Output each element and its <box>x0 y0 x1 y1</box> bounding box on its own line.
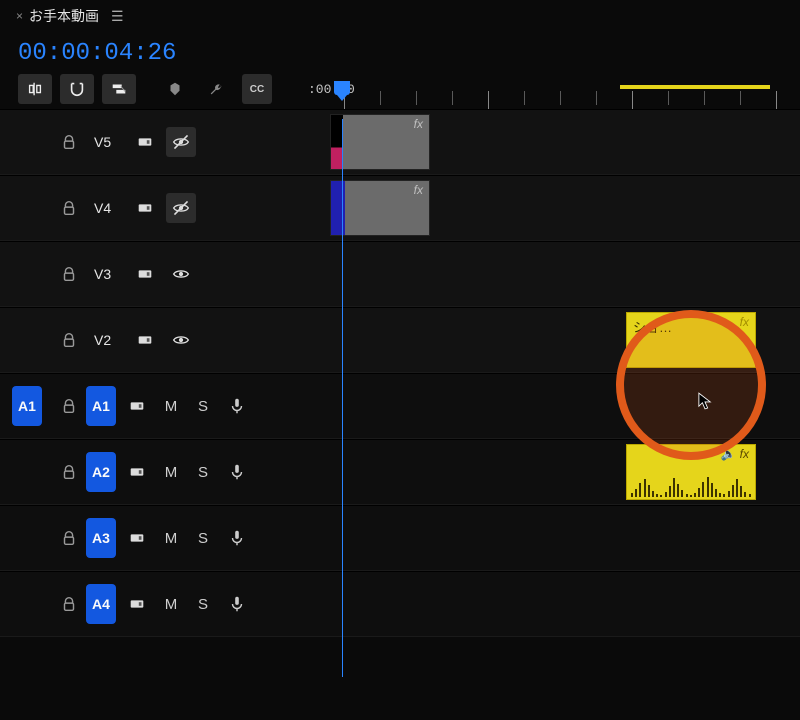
work-area-bar[interactable] <box>620 85 770 89</box>
toggle-track-output-icon[interactable] <box>166 127 196 157</box>
sync-lock-icon[interactable] <box>122 457 152 487</box>
video-clip[interactable]: fx <box>330 180 430 236</box>
timeline-tracks: V5fxV4fxV3V2ショ…fxA1A1MSA2MS🔈fxA3MSA4MS <box>0 109 800 637</box>
lock-icon[interactable] <box>60 529 78 547</box>
toggle-track-output-icon[interactable] <box>166 325 196 355</box>
audio-track-A4[interactable]: A4 MS <box>0 571 800 637</box>
sync-lock-icon[interactable] <box>130 127 160 157</box>
voiceover-mic-icon[interactable] <box>222 523 252 553</box>
mute-button[interactable]: M <box>158 523 184 553</box>
video-track-V5[interactable]: V5 fx <box>0 109 800 175</box>
lock-icon[interactable] <box>60 595 78 613</box>
video-track-V3[interactable]: V3 <box>0 241 800 307</box>
toggle-track-output-icon[interactable] <box>166 259 196 289</box>
sync-lock-icon[interactable] <box>122 589 152 619</box>
mute-button[interactable]: M <box>158 589 184 619</box>
track-target[interactable]: A3 <box>86 518 116 558</box>
track-target[interactable]: A2 <box>86 452 116 492</box>
fx-badge: fx <box>740 447 749 461</box>
video-track-V2[interactable]: V2 ショ… fx <box>0 307 800 373</box>
track-label: V3 <box>94 266 124 282</box>
source-patch[interactable] <box>12 584 42 624</box>
clip-label: ショ… <box>633 317 672 336</box>
audio-track-A2[interactable]: A2 MS 🔈 fx <box>0 439 800 505</box>
sync-lock-icon[interactable] <box>122 391 152 421</box>
fx-badge: fx <box>740 315 749 329</box>
source-patch[interactable] <box>12 188 42 228</box>
sync-lock-icon[interactable] <box>130 193 160 223</box>
solo-button[interactable]: S <box>190 589 216 619</box>
lock-icon[interactable] <box>60 463 78 481</box>
marker-icon[interactable] <box>158 74 192 104</box>
audio-clip[interactable]: 🔈 fx <box>626 444 756 500</box>
tab-menu-icon[interactable]: ☰ <box>111 8 124 25</box>
sequence-title: お手本動画 <box>29 6 99 26</box>
captions-icon[interactable]: CC <box>242 74 272 104</box>
source-patch[interactable] <box>12 452 42 492</box>
track-target[interactable]: A4 <box>86 584 116 624</box>
video-clip[interactable]: fx <box>330 114 430 170</box>
playhead-line <box>342 119 343 677</box>
close-icon[interactable]: × <box>16 9 23 23</box>
sync-lock-icon[interactable] <box>130 259 160 289</box>
wrench-icon[interactable] <box>200 74 234 104</box>
track-label: V5 <box>94 134 124 150</box>
fx-badge: fx <box>414 183 423 197</box>
source-patch[interactable]: A1 <box>12 386 42 426</box>
source-patch[interactable] <box>12 254 42 294</box>
sync-lock-icon[interactable] <box>122 523 152 553</box>
voiceover-mic-icon[interactable] <box>222 457 252 487</box>
mute-button[interactable]: M <box>158 457 184 487</box>
voiceover-mic-icon[interactable] <box>222 391 252 421</box>
sequence-tab[interactable]: × お手本動画 ☰ <box>0 0 800 30</box>
audio-track-A3[interactable]: A3 MS <box>0 505 800 571</box>
source-patch[interactable] <box>12 320 42 360</box>
fx-badge: fx <box>414 117 423 131</box>
lock-icon[interactable] <box>60 199 78 217</box>
playhead-timecode[interactable]: 00:00:04:26 <box>0 30 800 67</box>
source-patch[interactable] <box>12 518 42 558</box>
solo-button[interactable]: S <box>190 457 216 487</box>
solo-button[interactable]: S <box>190 391 216 421</box>
cc-label: CC <box>250 84 264 95</box>
lock-icon[interactable] <box>60 133 78 151</box>
sync-lock-icon[interactable] <box>130 325 160 355</box>
video-clip[interactable]: ショ… fx <box>626 312 756 368</box>
track-target[interactable]: A1 <box>86 386 116 426</box>
track-label: V2 <box>94 332 124 348</box>
mute-button[interactable]: M <box>158 391 184 421</box>
voiceover-mic-icon[interactable] <box>222 589 252 619</box>
snap-icon[interactable] <box>60 74 94 104</box>
video-track-V4[interactable]: V4 fx <box>0 175 800 241</box>
cursor-icon <box>698 392 712 410</box>
speaker-icon: 🔈 <box>721 447 736 461</box>
lock-icon[interactable] <box>60 265 78 283</box>
track-label: V4 <box>94 200 124 216</box>
toggle-track-output-icon[interactable] <box>166 193 196 223</box>
linked-selection-icon[interactable] <box>102 74 136 104</box>
lock-icon[interactable] <box>60 397 78 415</box>
audio-track-A1[interactable]: A1 A1 MS <box>0 373 800 439</box>
source-patch[interactable] <box>12 122 42 162</box>
solo-button[interactable]: S <box>190 523 216 553</box>
insert-overwrite-icon[interactable] <box>18 74 52 104</box>
playhead-handle[interactable] <box>334 81 350 95</box>
lock-icon[interactable] <box>60 331 78 349</box>
time-ruler[interactable] <box>330 81 800 109</box>
